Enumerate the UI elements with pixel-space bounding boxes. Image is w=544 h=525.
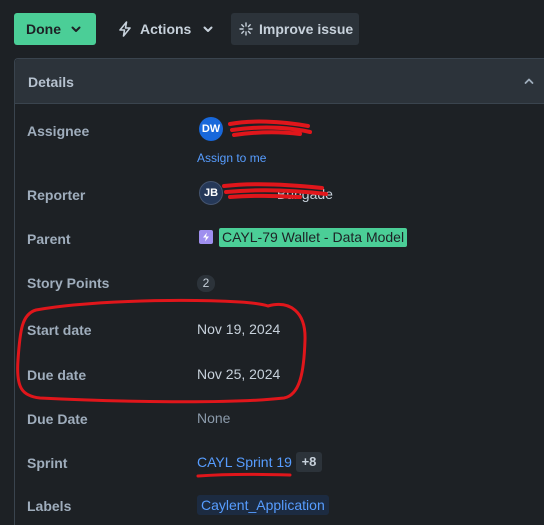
label-tag[interactable]: Caylent_Application	[197, 495, 329, 515]
due-date-value[interactable]: Nov 25, 2024	[197, 366, 280, 382]
due-date-label: Due date	[27, 367, 87, 383]
chevron-down-icon	[71, 26, 81, 32]
reporter-name-visible: Bungade	[276, 186, 333, 202]
status-label: Done	[26, 21, 61, 37]
due-date-alt-value[interactable]: None	[197, 410, 230, 426]
chevron-up-icon[interactable]	[524, 77, 534, 85]
sparkle-icon	[239, 22, 253, 36]
actions-button[interactable]: Actions	[112, 13, 216, 45]
assignee-label: Assignee	[27, 123, 90, 139]
details-title: Details	[28, 74, 74, 90]
issue-toolbar: Done Actions Improve issue	[0, 0, 544, 58]
details-header[interactable]: Details	[15, 59, 544, 104]
start-date-value[interactable]: Nov 19, 2024	[197, 321, 280, 337]
reporter-initials: JB	[203, 187, 219, 199]
assign-to-me-link[interactable]: Assign to me	[197, 151, 266, 165]
actions-label: Actions	[140, 21, 192, 37]
reporter-label: Reporter	[27, 187, 86, 203]
chevron-down-icon	[203, 26, 213, 32]
parent-issue-link[interactable]: CAYL-79 Wallet - Data Model	[219, 228, 408, 247]
improve-issue-label: Improve issue	[259, 21, 354, 37]
sprint-label: Sprint	[27, 455, 68, 471]
reporter-name[interactable]: xxxxxx Bungade	[231, 186, 333, 202]
labels-label: Labels	[27, 498, 72, 514]
sprint-link[interactable]: CAYL Sprint 19	[197, 454, 292, 470]
improve-issue-button[interactable]: Improve issue	[231, 13, 359, 45]
due-date-alt-label: Due Date	[27, 411, 88, 427]
start-date-label: Start date	[27, 322, 92, 338]
story-points-value[interactable]: 2	[197, 275, 215, 292]
story-points-label: Story Points	[27, 275, 110, 291]
sprint-more-badge[interactable]: +8	[296, 452, 322, 472]
reporter-avatar[interactable]: JB	[199, 181, 223, 205]
parent-label: Parent	[27, 231, 71, 247]
assignee-avatar[interactable]: DW	[199, 117, 223, 141]
assignee-initials: DW	[201, 123, 221, 135]
lightning-bolt-icon	[119, 21, 131, 37]
status-button[interactable]: Done	[14, 13, 96, 45]
epic-icon	[199, 230, 213, 244]
